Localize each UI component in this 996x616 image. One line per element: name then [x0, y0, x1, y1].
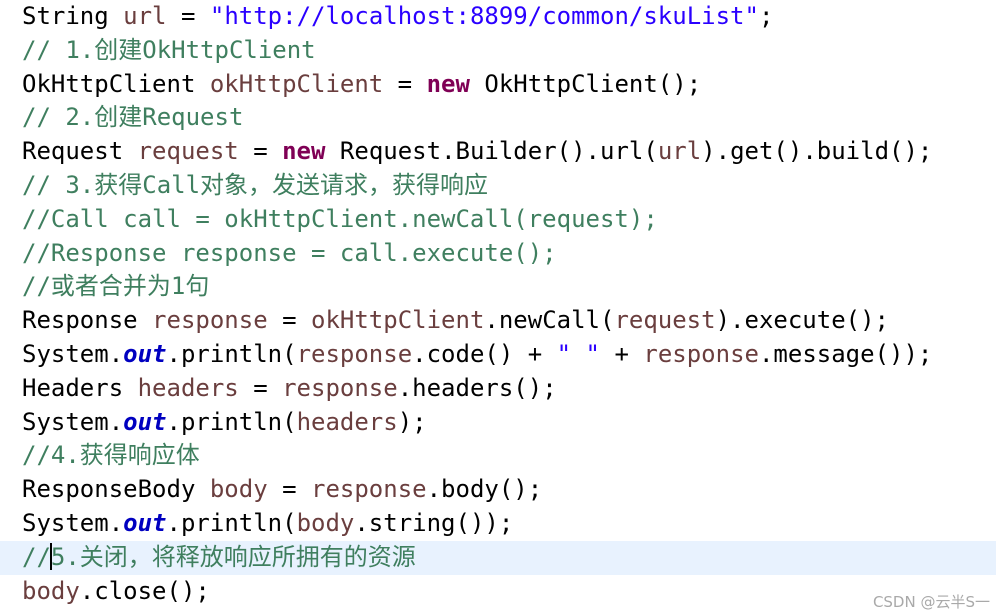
variable-token: body — [209, 475, 268, 504]
code-token: ; — [758, 2, 774, 30]
code-token: OkHttpClient — [22, 69, 210, 98]
variable-token: response — [643, 340, 759, 368]
field-token: out — [123, 340, 167, 368]
code-token: ResponseBody — [22, 475, 210, 504]
comment-token: //5.关闭，将释放响应所拥有的资源 — [22, 542, 416, 571]
code-editor[interactable]: String url = "http://localhost:8899/comm… — [0, 0, 996, 616]
code-token: = — [383, 69, 427, 98]
variable-token: headers — [296, 407, 398, 436]
code-token: .message()); — [758, 340, 933, 368]
text-caret — [50, 543, 52, 570]
code-line-current[interactable]: //5.关闭，将释放响应所拥有的资源 — [0, 540, 996, 575]
code-line[interactable]: //或者合并为1句 — [0, 270, 996, 304]
variable-token: response — [282, 373, 398, 402]
code-token: .headers(); — [397, 373, 557, 402]
variable-token: request — [137, 137, 239, 166]
code-token: .println( — [166, 407, 297, 436]
code-token: System. — [22, 407, 124, 436]
code-line[interactable]: System.out.println(response.code() + " "… — [0, 338, 996, 372]
code-token: = — [267, 306, 311, 335]
variable-token: headers — [137, 373, 239, 402]
code-token: Headers — [22, 373, 138, 402]
code-token: .println( — [166, 340, 297, 368]
comment-token: //Call call = okHttpClient.newCall(reque… — [22, 204, 658, 233]
code-line[interactable]: // 2.创建Request — [0, 101, 996, 135]
variable-token: okHttpClient — [311, 306, 485, 335]
code-token: ); — [397, 407, 427, 436]
code-token: .newCall( — [484, 306, 615, 335]
string-literal: "http://localhost:8899/common/skuList" — [209, 2, 759, 30]
comment-token: //4.获得响应体 — [22, 441, 200, 470]
code-token: System. — [22, 509, 124, 537]
string-literal: " " — [556, 340, 601, 368]
code-line[interactable]: // 3.获得Call对象，发送请求，获得响应 — [0, 169, 996, 203]
variable-token: body — [22, 576, 80, 605]
variable-token: body — [296, 509, 355, 537]
variable-token: okHttpClient — [209, 69, 384, 98]
variable-token: url — [123, 2, 167, 30]
variable-token: request — [614, 306, 716, 335]
code-token: .close(); — [79, 576, 210, 605]
code-line[interactable]: //4.获得响应体 — [0, 439, 996, 473]
code-token: ).get().build(); — [701, 137, 933, 166]
code-line[interactable]: //Call call = okHttpClient.newCall(reque… — [0, 203, 996, 237]
code-token: Response — [22, 306, 153, 335]
code-token: System. — [22, 340, 124, 368]
code-line[interactable]: //Response response = call.execute(); — [0, 237, 996, 271]
comment-token: // 1.创建OkHttpClient — [22, 35, 316, 64]
keyword-token: new — [426, 69, 470, 98]
code-token: .println( — [166, 509, 297, 537]
code-token: .body(); — [426, 475, 543, 504]
code-token: = — [267, 475, 311, 504]
variable-token: response — [296, 340, 413, 368]
variable-token: url — [657, 137, 702, 166]
comment-token: //或者合并为1句 — [22, 272, 210, 301]
code-token: Request — [22, 137, 138, 166]
code-line[interactable]: Response response = okHttpClient.newCall… — [0, 304, 996, 338]
code-line[interactable]: body.close(); — [0, 575, 996, 609]
code-token: ).execute(); — [715, 306, 889, 335]
code-line[interactable]: Request request = new Request.Builder().… — [0, 135, 996, 169]
code-token: + — [600, 340, 644, 368]
code-line[interactable]: String url = "http://localhost:8899/comm… — [0, 0, 996, 34]
code-token: String — [22, 2, 124, 30]
variable-token: response — [311, 475, 427, 504]
field-token: out — [123, 509, 167, 537]
keyword-token: new — [282, 137, 326, 166]
watermark: CSDN @云半S一 — [872, 593, 990, 611]
code-token: = — [238, 137, 283, 166]
field-token: out — [123, 407, 167, 436]
comment-token: // 2.创建Request — [22, 103, 244, 132]
code-line[interactable]: ResponseBody body = response.body(); — [0, 473, 996, 507]
code-line[interactable]: // 1.创建OkHttpClient — [0, 34, 996, 68]
code-token: OkHttpClient(); — [469, 69, 702, 98]
code-token: .string()); — [354, 509, 514, 537]
code-line[interactable]: System.out.println(body.string()); — [0, 507, 996, 541]
variable-token: response — [152, 306, 268, 335]
code-token: = — [166, 2, 210, 30]
comment-token: // 3.获得Call对象，发送请求，获得响应 — [22, 171, 489, 199]
code-line[interactable]: System.out.println(headers); — [0, 406, 996, 440]
code-token: .code() + — [412, 340, 557, 368]
code-token: Request.Builder().url( — [325, 137, 658, 166]
code-line[interactable]: Headers headers = response.headers(); — [0, 372, 996, 406]
code-token: = — [238, 373, 283, 402]
comment-token: //Response response = call.execute(); — [22, 238, 557, 267]
code-line[interactable]: OkHttpClient okHttpClient = new OkHttpCl… — [0, 68, 996, 102]
